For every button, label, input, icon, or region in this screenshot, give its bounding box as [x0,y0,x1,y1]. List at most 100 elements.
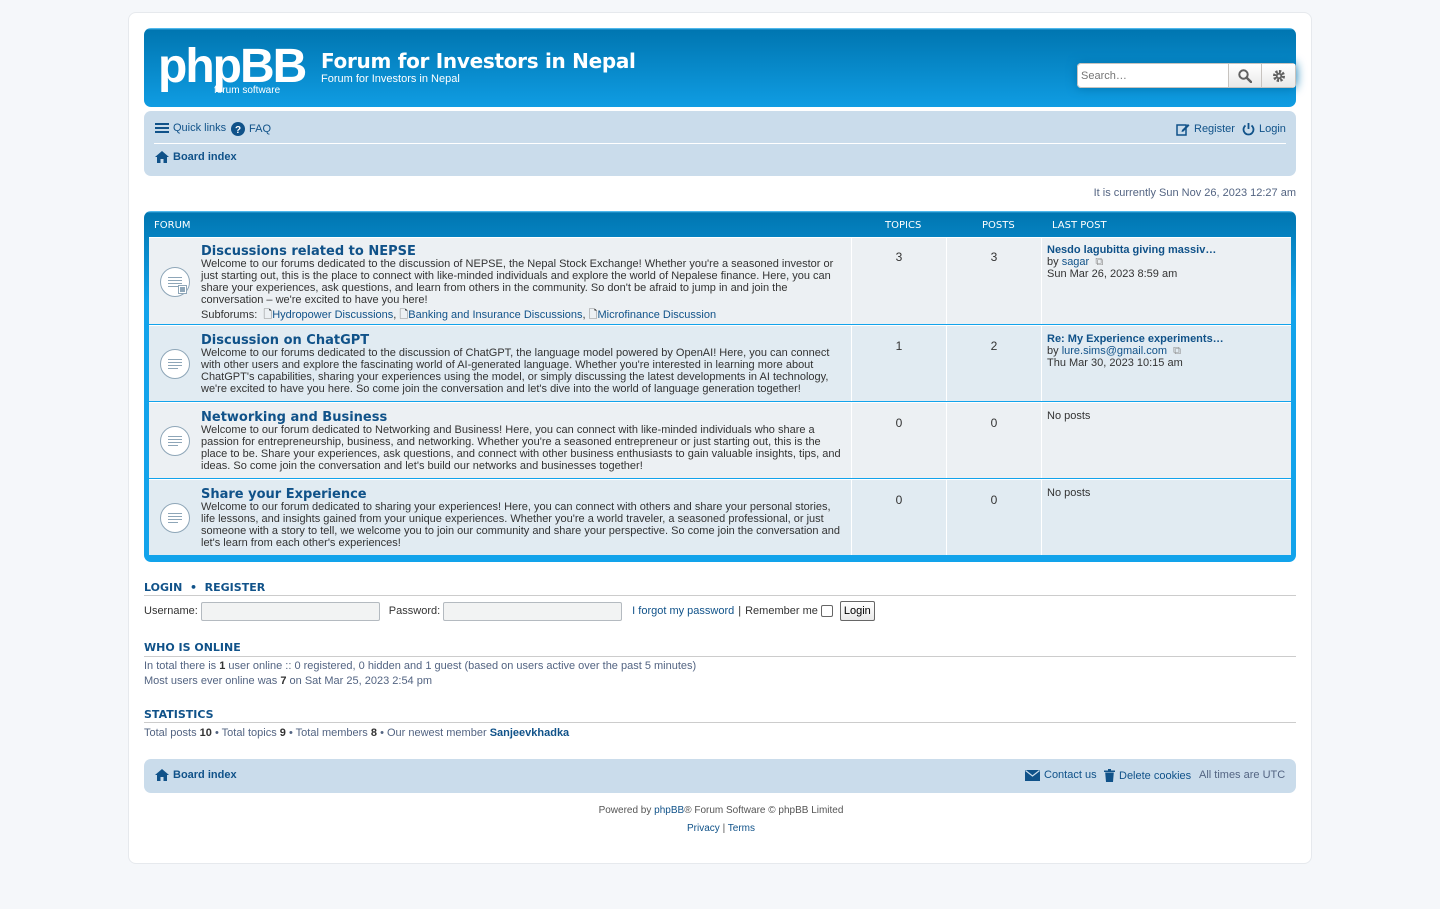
footer-navbar: Board index Contact us Delete cookies Al… [144,759,1296,793]
username-input[interactable] [200,601,380,621]
login-submit-button[interactable]: Login [839,601,875,621]
header-bar: phpBB forum software Forum for Investors… [144,28,1296,107]
login-label: Login [1259,123,1286,135]
power-icon [1242,122,1255,136]
forum-row: Discussion on ChatGPT Welcome to our for… [149,325,1291,401]
section-divider [144,595,1296,596]
remember-me-label: Remember me [745,605,818,617]
search-box [1077,63,1296,88]
svg-text:?: ? [235,125,241,136]
pipe-separator: | [722,823,726,834]
topics-count: 3 [895,250,903,264]
privacy-link[interactable]: Privacy [687,823,720,834]
text: on Sat Mar 25, 2023 2:54 pm [289,675,433,687]
register-heading-link[interactable]: Register [205,581,266,594]
subforum-link[interactable]: Microfinance Discussion [598,309,717,321]
topics-count: 0 [895,416,903,430]
posts-count: 3 [990,250,998,264]
external-link-icon[interactable]: ⧉ [1092,256,1103,268]
pipe-separator: | [738,605,742,617]
footer-board-index[interactable]: Board index [155,769,237,781]
delete-cookies-label: Delete cookies [1119,769,1192,782]
by-label: by [1047,256,1059,268]
quick-login-form: Username: Password: I forgot my password… [144,601,875,621]
forum-description: Welcome to our forum dedicated to Networ… [201,424,841,472]
last-post-author[interactable]: lure.sims@gmail.com [1062,345,1167,357]
text: • Total topics [214,727,277,739]
newest-member-link[interactable]: Sanjeevkhadka [490,727,570,739]
footer-board-index-label: Board index [173,769,237,781]
posts-count: 2 [990,339,998,353]
subforum-link[interactable]: Hydropower Discussions [272,309,393,321]
forum-title[interactable]: Discussions related to NEPSE [201,244,416,259]
home-icon [155,769,169,781]
search-button[interactable] [1228,63,1262,88]
timezone-value: UTC [1262,769,1286,781]
password-input[interactable] [443,601,623,621]
timezone-info: All times are UTC [1199,769,1285,781]
forum-title[interactable]: Networking and Business [201,410,387,425]
remember-me-checkbox[interactable] [820,605,833,617]
col-last-post: Last post [1052,220,1107,231]
gear-icon [1272,69,1285,82]
delete-cookies-link[interactable]: Delete cookies [1104,769,1191,782]
no-posts-label: No posts [1047,487,1091,499]
site-logo[interactable]: phpBB forum software [158,44,310,96]
forum-title[interactable]: Share your Experience [201,487,367,502]
search-input[interactable] [1077,63,1228,88]
advanced-search-button[interactable] [1262,63,1296,88]
forum-title[interactable]: Discussion on ChatGPT [201,333,369,348]
text: user online :: 0 registered, 0 hidden an… [228,660,697,672]
question-icon: ? [231,122,245,136]
statistics-line: Total posts 10 • Total topics 9 • Total … [144,727,569,739]
external-link-icon[interactable]: ⧉ [1170,345,1181,357]
total-members: 8 [370,727,377,739]
last-post-title[interactable]: Re: My Experience experiments… [1047,333,1224,345]
posts-count: 0 [990,493,998,507]
breadcrumb-label: Board index [173,151,237,163]
forum-row: Networking and Business Welcome to our f… [149,402,1291,478]
contact-us-link[interactable]: Contact us [1025,769,1097,781]
forum-read-icon [160,267,190,297]
who-is-online-heading[interactable]: Who is online [144,641,241,654]
faq-link[interactable]: ? FAQ [231,122,271,136]
login-heading-link[interactable]: Login [144,581,182,594]
subforum-link[interactable]: Banking and Insurance Discussions [408,309,582,321]
forum-description: Welcome to our forums dedicated to the d… [201,347,830,395]
separator: • [189,581,197,594]
subforum-badge-icon [178,285,187,294]
phpbb-link[interactable]: phpBB [654,805,684,816]
timezone-label: All times are [1199,769,1260,781]
by-label: by [1047,345,1059,357]
last-post-info: Re: My Experience experiments… by lure.s… [1047,333,1224,369]
topics-count: 1 [895,339,903,353]
site-description: Forum for Investors in Nepal [321,73,460,85]
last-post-time: Thu Mar 30, 2023 10:15 am [1047,357,1183,369]
forgot-password-link[interactable]: I forgot my password [632,605,734,617]
powered-by: Powered by phpBB® Forum Software © phpBB… [129,805,1313,816]
page-wrapper: phpBB forum software Forum for Investors… [128,12,1312,864]
total-posts: 10 [199,727,212,739]
faq-label: FAQ [249,123,272,135]
col-topics: Topics [885,220,922,231]
posts-count: 0 [990,416,998,430]
last-post-author[interactable]: sagar [1062,256,1090,268]
total-topics: 9 [279,727,286,739]
register-link[interactable]: Register [1176,122,1235,136]
last-post-info: Nesdo lagubitta giving massiv… by sagar … [1047,244,1216,280]
subforum-list: Subforums: 🗋Hydropower Discussions, 🗋Ban… [201,309,717,321]
text: Powered by [598,805,652,816]
last-post-title[interactable]: Nesdo lagubitta giving massiv… [1047,244,1216,256]
forum-read-icon [160,426,190,456]
online-count: 1 [219,660,226,672]
max-online-line: Most users ever online was 7 on Sat Mar … [144,675,432,687]
quick-links-menu[interactable]: Quick links [155,122,226,134]
search-icon [1238,68,1252,83]
login-link[interactable]: Login [1242,122,1286,136]
username-label: Username: [144,605,198,617]
text: ® Forum Software © phpBB Limited [684,805,844,816]
terms-link[interactable]: Terms [728,823,755,834]
last-post-time: Sun Mar 26, 2023 8:59 am [1047,268,1178,280]
breadcrumb-board-index[interactable]: Board index [155,151,237,163]
home-icon [155,151,169,163]
